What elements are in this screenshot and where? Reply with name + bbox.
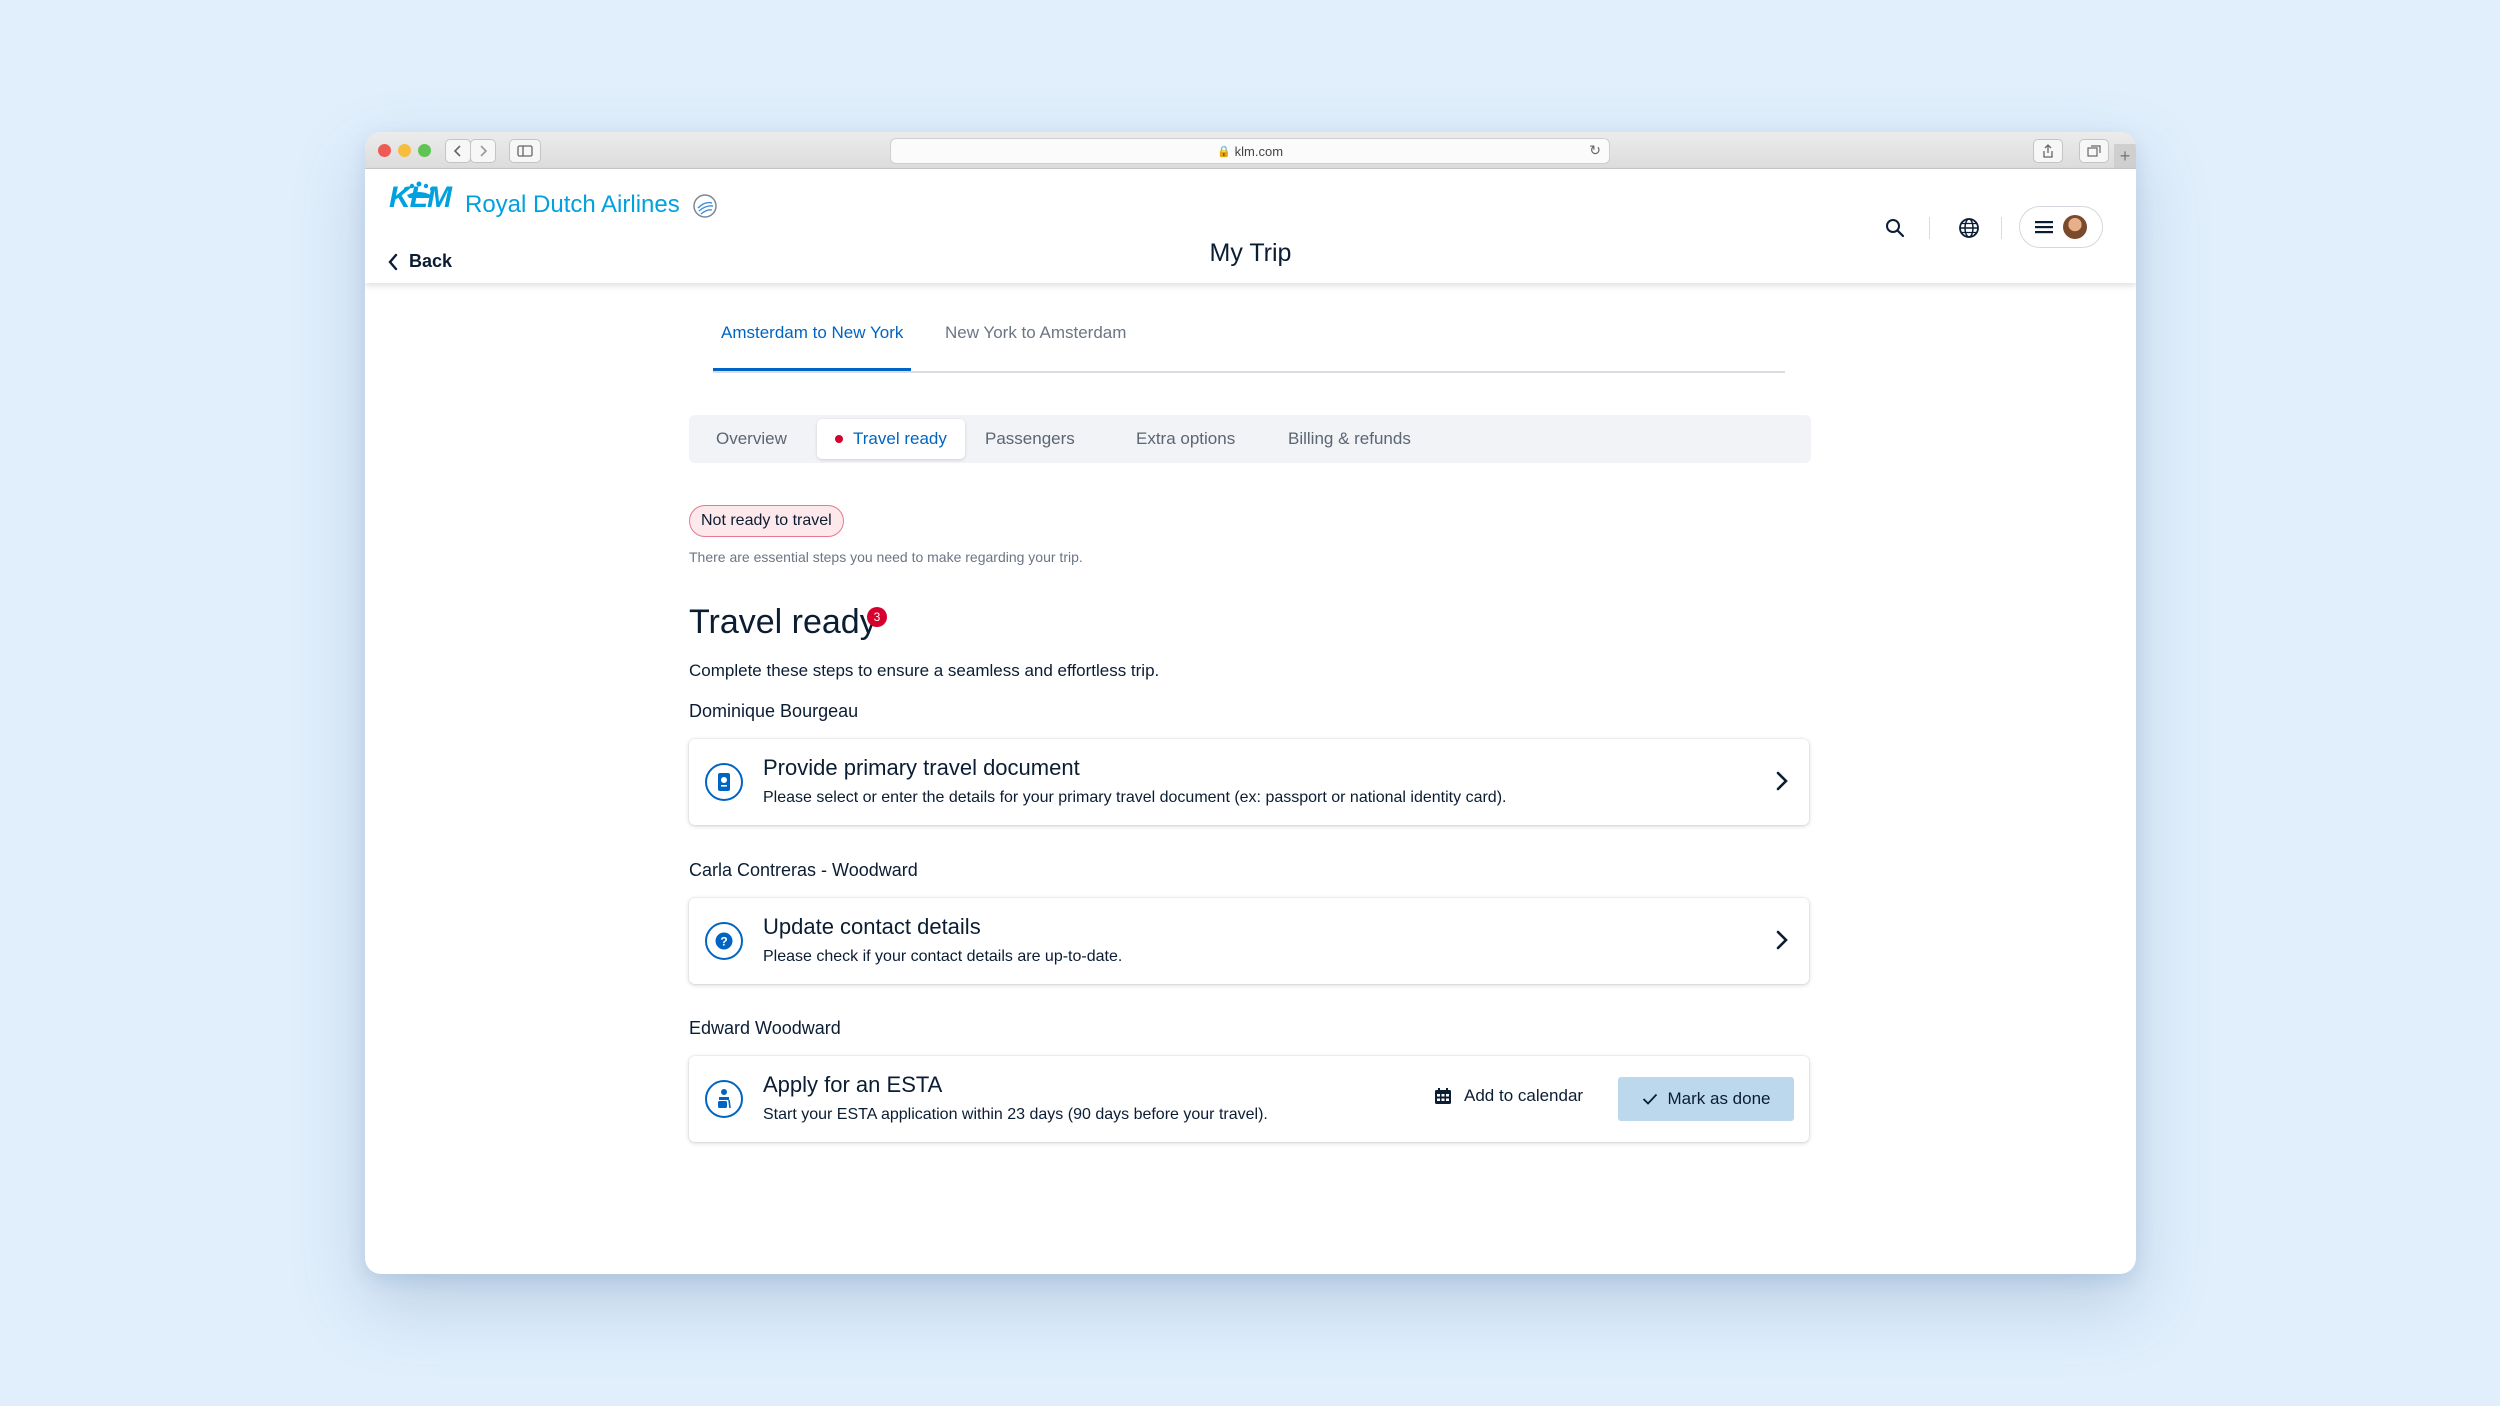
- sidebar-toggle-button[interactable]: [509, 139, 541, 163]
- task-title: Apply for an ESTA: [763, 1072, 943, 1097]
- subtab-extra-options-label: Extra options: [1136, 429, 1236, 448]
- hamburger-menu-icon: [2035, 221, 2053, 234]
- reload-icon[interactable]: ↻: [1589, 142, 1601, 159]
- search-icon: [1886, 219, 1905, 238]
- chevron-right-icon: [480, 145, 488, 157]
- mark-as-done-label: Mark as done: [1667, 1089, 1771, 1108]
- maximize-window-button[interactable]: [418, 144, 431, 157]
- subtab-overview-label: Overview: [716, 429, 787, 448]
- brand-name: Royal Dutch Airlines: [464, 191, 680, 218]
- task-count-badge: 3: [867, 607, 887, 627]
- page-title: My Trip: [1209, 239, 1292, 267]
- new-tab-button[interactable]: +: [2114, 144, 2136, 168]
- subtab-overview[interactable]: Overview: [698, 419, 805, 459]
- browser-forward-button[interactable]: [470, 139, 496, 163]
- lock-icon: 🔒: [1216, 145, 1231, 158]
- address-bar-url: klm.com: [1234, 143, 1284, 159]
- user-avatar: [2063, 215, 2087, 239]
- klm-mark: KLM: [389, 181, 452, 215]
- alert-dot-icon: [835, 435, 843, 443]
- minimize-window-button[interactable]: [398, 144, 411, 157]
- route-tabs-divider: [713, 371, 1785, 373]
- task-card-travel-document[interactable]: Provide primary travel document Please s…: [689, 739, 1809, 825]
- task-description: Please select or enter the details for y…: [763, 789, 1507, 806]
- klm-logo[interactable]: KLM Royal Dutch Airlines: [389, 177, 718, 219]
- chevron-right-icon: [1776, 771, 1788, 791]
- section-title: Travel ready: [689, 603, 877, 641]
- add-to-calendar-button[interactable]: Add to calendar: [1434, 1086, 1583, 1106]
- status-badge: Not ready to travel: [689, 505, 844, 537]
- task-description: Please check if your contact details are…: [763, 948, 1123, 965]
- site-header: KLM Royal Dutch Airlines Back My Trip: [365, 169, 2136, 283]
- browser-back-button[interactable]: [445, 139, 471, 163]
- crown-icon: [404, 181, 434, 198]
- svg-text:?: ?: [720, 935, 727, 949]
- header-divider: [2001, 217, 2002, 239]
- calendar-icon: [1435, 1088, 1451, 1104]
- share-icon: [2043, 144, 2053, 158]
- passenger-name: Carla Contreras - Woodward: [689, 860, 918, 880]
- subtab-billing-refunds-label: Billing & refunds: [1288, 429, 1411, 448]
- passport-icon: [705, 763, 743, 801]
- header-divider: [1929, 217, 1930, 239]
- mark-as-done-button[interactable]: Mark as done: [1618, 1077, 1794, 1121]
- task-card-contact-details[interactable]: ? Update contact details Please check if…: [689, 898, 1809, 984]
- subtab-passengers-label: Passengers: [985, 429, 1075, 448]
- sidebar-icon: [517, 145, 533, 157]
- subtab-extra-options[interactable]: Extra options: [1118, 419, 1253, 459]
- subtab-billing-refunds[interactable]: Billing & refunds: [1270, 419, 1429, 459]
- subtab-travel-ready-label: Travel ready: [853, 429, 947, 448]
- checkmark-icon: [1642, 1093, 1657, 1105]
- tabs-overview-button[interactable]: [2079, 139, 2109, 163]
- browser-window: 🔒 klm.com ↻ + KLM: [365, 132, 2136, 1274]
- language-button[interactable]: [1955, 214, 1983, 242]
- share-button[interactable]: [2033, 139, 2063, 163]
- traveler-icon: [705, 1080, 743, 1118]
- account-menu-button[interactable]: [2019, 206, 2103, 248]
- subtab-travel-ready[interactable]: Travel ready: [817, 419, 965, 459]
- task-title: Provide primary travel document: [763, 755, 1080, 780]
- address-bar[interactable]: 🔒 klm.com ↻: [890, 138, 1610, 164]
- passenger-name: Dominique Bourgeau: [689, 701, 859, 721]
- trip-subtabs: Overview Travel ready Passengers Extra o…: [689, 415, 1811, 463]
- subtab-passengers[interactable]: Passengers: [967, 419, 1093, 459]
- status-description: There are essential steps you need to ma…: [689, 549, 1083, 565]
- add-to-calendar-label: Add to calendar: [1464, 1086, 1584, 1105]
- task-title: Update contact details: [763, 914, 981, 939]
- tab-new-york-to-amsterdam[interactable]: New York to Amsterdam: [937, 323, 1134, 371]
- skyteam-icon: [693, 194, 717, 218]
- task-card-esta: Apply for an ESTA Start your ESTA applic…: [689, 1056, 1809, 1142]
- route-tabs: Amsterdam to New York New York to Amster…: [689, 283, 1813, 375]
- close-window-button[interactable]: [378, 144, 391, 157]
- tabs-icon: [2087, 145, 2101, 157]
- section-description: Complete these steps to ensure a seamles…: [689, 661, 1160, 680]
- search-button[interactable]: [1881, 214, 1909, 242]
- question-icon: ?: [705, 922, 743, 960]
- tab-amsterdam-to-new-york[interactable]: Amsterdam to New York: [713, 323, 912, 371]
- browser-toolbar: 🔒 klm.com ↻ +: [365, 132, 2136, 169]
- globe-icon: [1959, 218, 1979, 238]
- task-description: Start your ESTA application within 23 da…: [763, 1106, 1268, 1123]
- chevron-right-icon: [1776, 930, 1788, 950]
- chevron-left-icon: [453, 145, 461, 157]
- passenger-name: Edward Woodward: [689, 1018, 841, 1038]
